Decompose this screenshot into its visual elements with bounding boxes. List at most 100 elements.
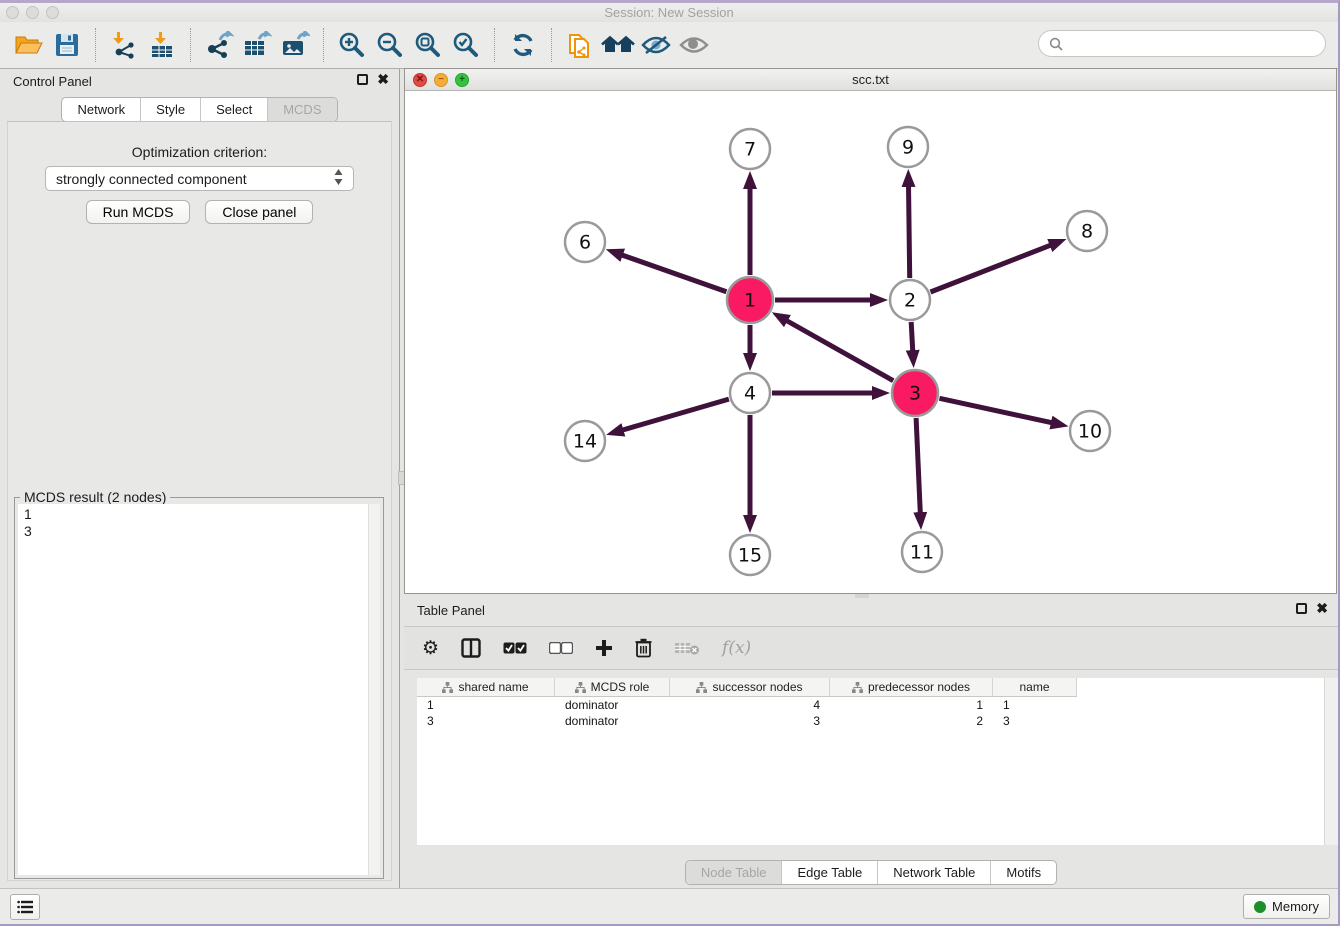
deselect-all-button[interactable] <box>549 642 573 654</box>
search-input[interactable] <box>1069 35 1315 52</box>
delete-column-button[interactable] <box>635 638 652 658</box>
memory-button[interactable]: Memory <box>1243 894 1330 919</box>
zoom-in-button[interactable] <box>333 25 371 65</box>
export-table-icon <box>242 31 272 59</box>
table-cell[interactable]: 3 <box>993 714 1077 728</box>
table-cell[interactable]: 1 <box>417 698 555 712</box>
graph-edge-3-11[interactable] <box>916 418 920 514</box>
delete-table-button[interactable] <box>674 640 700 656</box>
graph-edge-4-14[interactable] <box>621 399 728 430</box>
table-cell[interactable]: dominator <box>555 698 670 712</box>
export-network-icon <box>204 31 234 59</box>
graph-node-label-10: 10 <box>1078 421 1102 443</box>
toolbar-separator <box>190 28 191 62</box>
import-table-button[interactable] <box>143 25 181 65</box>
column-layout-button[interactable] <box>461 638 481 658</box>
table-scrollbar[interactable] <box>1324 678 1338 845</box>
export-image-button[interactable] <box>276 25 314 65</box>
criterion-dropdown[interactable]: strongly connected component <box>45 166 354 191</box>
close-panel-icon[interactable]: ✖ <box>377 74 389 85</box>
task-history-button[interactable] <box>10 894 40 920</box>
mcds-result-text[interactable]: 1 3 <box>18 504 380 875</box>
table-cell[interactable]: 1 <box>830 698 993 712</box>
hide-selected-button[interactable] <box>637 25 675 65</box>
table-tab-edge-table[interactable]: Edge Table <box>781 861 877 884</box>
graph-edge-3-1[interactable] <box>786 320 894 381</box>
table-tab-motifs[interactable]: Motifs <box>990 861 1056 884</box>
node-table-body: 1dominator4113dominator323 <box>417 697 1324 729</box>
list-icon <box>17 900 33 914</box>
control-panel-tab-mcds[interactable]: MCDS <box>267 98 336 121</box>
table-cell[interactable]: 1 <box>993 698 1077 712</box>
control-panel-tab-network[interactable]: Network <box>62 98 140 121</box>
table-tab-node-table[interactable]: Node Table <box>686 861 782 884</box>
graph-edge-3-10[interactable] <box>939 398 1052 423</box>
table-panel-title: Table Panel <box>417 603 485 618</box>
zoom-out-button[interactable] <box>371 25 409 65</box>
column-type-icon <box>442 682 453 693</box>
refresh-button[interactable] <box>504 25 542 65</box>
first-neighbors-button[interactable] <box>599 25 637 65</box>
eye-slash-icon <box>640 33 672 57</box>
select-all-button[interactable] <box>503 642 527 654</box>
zoom-selected-button[interactable] <box>447 25 485 65</box>
result-scrollbar[interactable] <box>368 504 380 875</box>
network-graph-canvas[interactable]: 1234678910111415 <box>405 91 1336 593</box>
open-session-button[interactable] <box>10 25 48 65</box>
float-table-panel-icon[interactable] <box>1296 603 1307 614</box>
graph-edge-2-9[interactable] <box>908 185 909 278</box>
table-settings-button[interactable]: ⚙ <box>422 637 439 660</box>
close-table-panel-icon[interactable]: ✖ <box>1316 603 1328 614</box>
copy-network-view-button[interactable] <box>561 25 599 65</box>
control-panel-tab-style[interactable]: Style <box>140 98 200 121</box>
zoom-in-icon <box>337 30 367 60</box>
table-cell[interactable]: dominator <box>555 714 670 728</box>
function-builder-button[interactable]: f(x) <box>722 638 751 658</box>
app-window: Session: New Session <box>0 0 1340 926</box>
table-tab-network-table[interactable]: Network Table <box>877 861 990 884</box>
import-network-icon <box>110 31 138 59</box>
float-panel-icon[interactable] <box>357 74 368 85</box>
table-row[interactable]: 1dominator411 <box>417 697 1324 713</box>
column-header-MCDS-role[interactable]: MCDS role <box>555 678 670 697</box>
import-network-button[interactable] <box>105 25 143 65</box>
unchecked-boxes-icon <box>549 642 573 654</box>
table-panel-header: Table Panel ✖ <box>404 598 1338 624</box>
column-header-shared-name[interactable]: shared name <box>417 678 555 697</box>
control-panel-tab-select[interactable]: Select <box>200 98 267 121</box>
search-box[interactable] <box>1038 30 1326 57</box>
column-header-name[interactable]: name <box>993 678 1077 697</box>
houses-icon <box>601 32 635 58</box>
open-folder-icon <box>14 32 44 58</box>
mcds-result-title: MCDS result (2 nodes) <box>20 489 170 505</box>
table-cell[interactable]: 3 <box>417 714 555 728</box>
export-network-button[interactable] <box>200 25 238 65</box>
graph-edge-1-6[interactable] <box>621 255 727 292</box>
column-header-successor-nodes[interactable]: successor nodes <box>670 678 830 697</box>
show-all-button[interactable] <box>675 25 713 65</box>
save-session-button[interactable] <box>48 25 86 65</box>
graph-edge-2-3[interactable] <box>911 322 913 352</box>
window-title: Session: New Session <box>0 5 1338 20</box>
search-icon <box>1049 37 1063 51</box>
graph-edge-2-8[interactable] <box>930 245 1051 292</box>
zoom-fit-button[interactable] <box>409 25 447 65</box>
close-panel-button[interactable]: Close panel <box>205 200 313 224</box>
column-type-icon <box>696 682 707 693</box>
control-panel-tabs: NetworkStyleSelectMCDS <box>0 97 399 122</box>
run-mcds-button[interactable]: Run MCDS <box>86 200 191 224</box>
add-column-button[interactable] <box>595 639 613 657</box>
column-type-icon <box>852 682 863 693</box>
node-table[interactable]: shared nameMCDS rolesuccessor nodesprede… <box>417 678 1324 845</box>
table-cell[interactable]: 4 <box>670 698 830 712</box>
export-table-button[interactable] <box>238 25 276 65</box>
plus-icon <box>595 639 613 657</box>
table-cell[interactable]: 2 <box>830 714 993 728</box>
graph-node-label-6: 6 <box>579 232 591 254</box>
table-cell[interactable]: 3 <box>670 714 830 728</box>
column-header-predecessor-nodes[interactable]: predecessor nodes <box>830 678 993 697</box>
graph-node-label-14: 14 <box>573 431 597 453</box>
mcds-panel: Optimization criterion: strongly connect… <box>7 121 392 881</box>
table-row[interactable]: 3dominator323 <box>417 713 1324 729</box>
toolbar-separator <box>95 28 96 62</box>
